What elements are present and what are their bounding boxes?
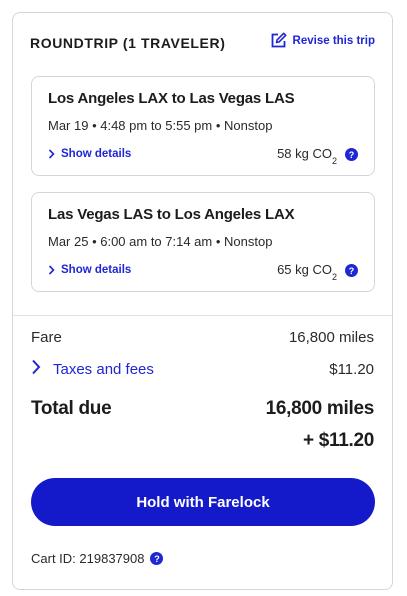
fare-label: Fare	[31, 329, 62, 346]
edit-icon	[270, 32, 287, 49]
flight-route: Las Vegas LAS to Los Angeles LAX	[48, 206, 295, 223]
total-cash: + $11.20	[302, 430, 374, 451]
fare-value: 16,800 miles	[288, 329, 374, 346]
total-row: Total due 16,800 miles + $11.20	[31, 393, 374, 457]
info-icon[interactable]: ?	[345, 148, 358, 162]
flight-card-outbound: Los Angeles LAX to Las Vegas LAS Mar 19 …	[31, 76, 375, 176]
total-amounts: 16,800 miles + $11.20	[265, 393, 375, 457]
flight-times: Mar 19 • 4:48 pm to 5:55 pm • Nonstop	[48, 118, 273, 133]
revise-trip-label: Revise this trip	[292, 34, 375, 47]
revise-trip-link[interactable]: Revise this trip	[270, 32, 375, 49]
show-details-button[interactable]: Show details	[48, 148, 131, 160]
co2-value: 58 kg CO2	[277, 146, 337, 166]
taxes-label: Taxes and fees	[53, 360, 154, 378]
chevron-right-icon	[31, 359, 41, 379]
co2-emissions: 58 kg CO2 ?	[277, 146, 358, 166]
total-miles: 16,800 miles	[265, 398, 375, 419]
info-icon[interactable]: ?	[345, 264, 358, 278]
flight-card-return: Las Vegas LAS to Los Angeles LAX Mar 25 …	[31, 192, 375, 292]
cart-id-label: Cart ID: 219837908	[31, 551, 145, 566]
trip-type-label: ROUNDTRIP (1 TRAVELER)	[30, 35, 226, 51]
info-icon[interactable]: ?	[150, 552, 164, 565]
flight-times: Mar 25 • 6:00 am to 7:14 am • Nonstop	[48, 234, 273, 249]
co2-value: 65 kg CO2	[277, 262, 337, 282]
trip-summary-card: ROUNDTRIP (1 TRAVELER) Revise this trip …	[12, 12, 393, 590]
trip-header: ROUNDTRIP (1 TRAVELER) Revise this trip	[30, 32, 375, 51]
chevron-right-icon	[48, 149, 55, 159]
total-label: Total due	[31, 398, 112, 419]
taxes-toggle[interactable]: Taxes and fees	[31, 359, 154, 379]
co2-emissions: 65 kg CO2 ?	[277, 262, 358, 282]
taxes-value: $11.20	[329, 360, 374, 378]
show-details-label: Show details	[61, 148, 132, 160]
chevron-right-icon	[48, 265, 55, 275]
show-details-button[interactable]: Show details	[48, 264, 131, 276]
hold-farelock-button[interactable]: Hold with Farelock	[31, 478, 375, 526]
taxes-row: Taxes and fees $11.20	[31, 359, 374, 379]
show-details-label: Show details	[61, 264, 132, 276]
section-divider	[13, 315, 392, 316]
cart-id: Cart ID: 219837908 ?	[31, 551, 164, 566]
fare-row: Fare 16,800 miles	[31, 329, 374, 346]
flight-route: Los Angeles LAX to Las Vegas LAS	[48, 90, 295, 107]
